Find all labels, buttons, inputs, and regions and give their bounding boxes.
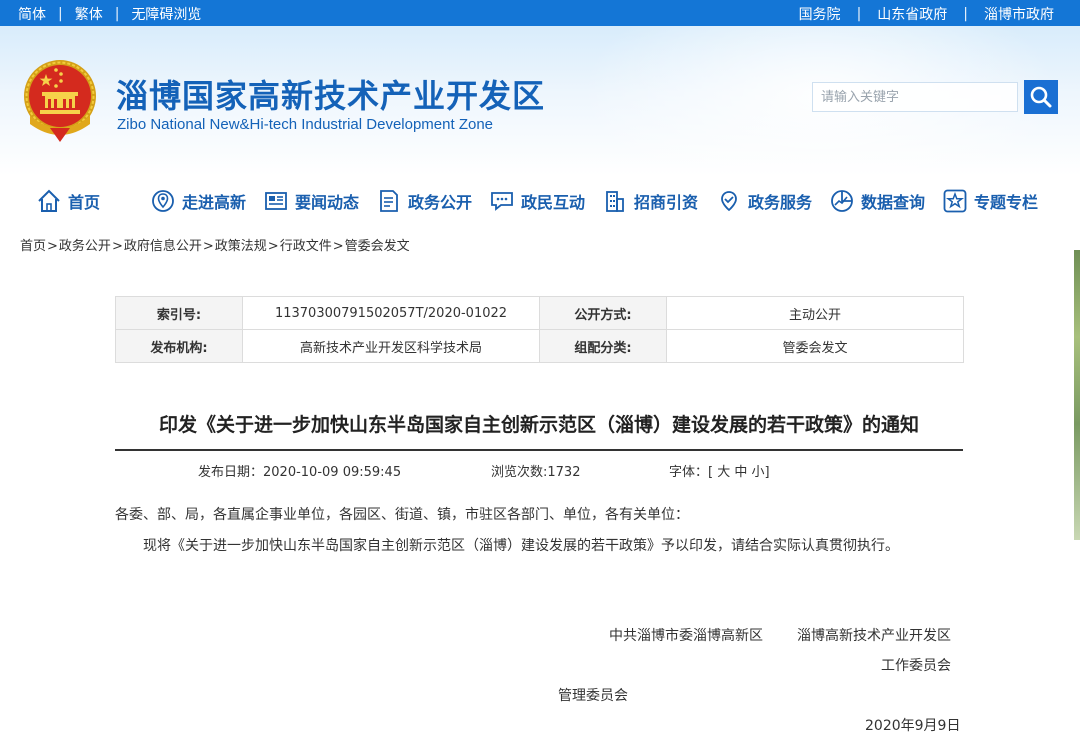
- government-links: 国务院 | 山东省政府 | 淄博市政府: [799, 4, 1054, 24]
- publish-date-value: 2020-10-09 09:59:45: [263, 465, 402, 480]
- nav-item-services[interactable]: 政务服务: [716, 186, 812, 216]
- breadcrumb-separator: >: [47, 239, 58, 254]
- breadcrumb-admin-docs[interactable]: 行政文件: [280, 239, 332, 254]
- site-subtitle: Zibo National New&Hi-tech Industrial Dev…: [117, 116, 494, 133]
- national-emblem-icon[interactable]: [20, 56, 100, 144]
- search-input[interactable]: [812, 82, 1018, 112]
- nav-label: 数据查询: [861, 193, 926, 212]
- document-date: 2020年9月9日: [865, 718, 961, 734]
- body-paragraph: 现将《关于进一步加快山东半岛国家自主创新示范区（淄博）建设发展的若干政策》予以印…: [143, 538, 899, 554]
- nav-item-open-government[interactable]: 政务公开: [376, 186, 472, 216]
- nav-item-data-query[interactable]: 数据查询: [829, 186, 925, 216]
- traditional-chinese-link[interactable]: 繁体: [75, 4, 103, 24]
- publish-date-label: 发布日期：: [198, 465, 264, 480]
- breadcrumb-home[interactable]: 首页: [20, 239, 46, 254]
- star-icon: [942, 188, 968, 214]
- site-title: 淄博国家高新技术产业开发区: [116, 77, 546, 115]
- separator: |: [856, 6, 862, 22]
- shandong-gov-link[interactable]: 山东省政府: [877, 4, 947, 24]
- nav-item-home[interactable]: 首页: [36, 186, 100, 216]
- category-label: 组配分类:: [539, 329, 667, 363]
- title-divider: [115, 449, 963, 451]
- news-icon: [263, 188, 289, 214]
- publish-date: 发布日期：2020-10-09 09:59:45: [198, 461, 401, 480]
- nav-label: 招商引资: [634, 193, 699, 212]
- chat-icon: [489, 188, 515, 214]
- nav-item-investment[interactable]: 招商引资: [602, 186, 698, 216]
- search-button[interactable]: [1024, 80, 1058, 114]
- font-size-small-button[interactable]: 小: [752, 465, 765, 480]
- nav-label: 专题专栏: [974, 193, 1039, 212]
- font-size-control: 字体：[ 大 中 小]: [669, 461, 770, 480]
- index-number-label: 索引号:: [115, 296, 243, 330]
- accessibility-link[interactable]: 无障碍浏览: [131, 4, 201, 24]
- breadcrumb-committee-docs[interactable]: 管委会发文: [345, 239, 410, 254]
- signature-development-zone: 淄博高新技术产业开发区: [797, 628, 951, 644]
- nav-item-interaction[interactable]: 政民互动: [489, 186, 585, 216]
- building-icon: [602, 188, 628, 214]
- signature-party-committee: 中共淄博市委淄博高新区: [609, 628, 763, 644]
- nav-label: 政务公开: [408, 193, 473, 212]
- separator: |: [114, 6, 120, 22]
- location-icon: [150, 188, 176, 214]
- font-size-label: 字体：[: [669, 465, 714, 480]
- header-banner: 淄博国家高新技术产业开发区 Zibo National New&Hi-tech …: [0, 26, 1080, 176]
- document-meta-table: 索引号: 11370300791502057T/2020-01022 公开方式:…: [115, 296, 964, 363]
- search-icon: [1030, 86, 1052, 108]
- data-icon: [829, 188, 855, 214]
- main-nav: 首页 走进高新 要闻动态 政务公开 政民互动 招商引资 政务服务 数据查询 专题…: [0, 176, 1080, 226]
- top-bar: 简体 | 繁体 | 无障碍浏览 国务院 | 山东省政府 | 淄博市政府: [0, 0, 1080, 26]
- nav-item-about[interactable]: 走进高新: [150, 186, 246, 216]
- language-links: 简体 | 繁体 | 无障碍浏览: [18, 4, 201, 24]
- breadcrumb-gov-info[interactable]: 政府信息公开: [124, 239, 202, 254]
- font-size-close: ]: [764, 465, 770, 480]
- breadcrumb: 首页>政务公开>政府信息公开>政策法规>行政文件>管委会发文: [20, 235, 410, 254]
- breadcrumb-separator: >: [202, 239, 214, 254]
- breadcrumb-separator: >: [111, 239, 123, 254]
- font-size-medium-button[interactable]: 中: [734, 465, 747, 480]
- issuing-agency-value: 高新技术产业开发区科学技术局: [242, 329, 540, 363]
- issuing-agency-label: 发布机构:: [115, 329, 243, 363]
- view-count: 浏览次数:1732: [491, 461, 580, 480]
- separator: |: [963, 6, 968, 22]
- index-number-value: 11370300791502057T/2020-01022: [242, 296, 540, 330]
- signature-management-committee: 管理委员会: [558, 688, 628, 704]
- article-title: 印发《关于进一步加快山东半岛国家自主创新示范区（淄博）建设发展的若干政策》的通知: [158, 414, 919, 436]
- nav-item-special-topics[interactable]: 专题专栏: [942, 186, 1038, 216]
- document-icon: [376, 188, 402, 214]
- breadcrumb-policies[interactable]: 政策法规: [215, 239, 267, 254]
- nav-item-news[interactable]: 要闻动态: [263, 186, 359, 216]
- separator: |: [58, 6, 63, 22]
- nav-label: 首页: [68, 193, 101, 212]
- side-decoration: [1074, 250, 1080, 540]
- font-size-large-button[interactable]: 大: [717, 465, 730, 480]
- view-count-label: 浏览次数:: [491, 465, 548, 480]
- nav-label: 政民互动: [521, 193, 586, 212]
- table-row: 发布机构: 高新技术产业开发区科学技术局 组配分类: 管委会发文: [115, 329, 964, 363]
- breadcrumb-separator: >: [267, 239, 279, 254]
- nav-label: 要闻动态: [295, 193, 360, 212]
- category-value: 管委会发文: [666, 329, 964, 363]
- zibo-gov-link[interactable]: 淄博市政府: [984, 4, 1054, 24]
- view-count-value: 1732: [547, 465, 581, 480]
- service-icon: [716, 188, 742, 214]
- signature-work-committee: 工作委员会: [881, 658, 951, 674]
- home-icon: [36, 188, 62, 214]
- breadcrumb-separator: >: [332, 239, 344, 254]
- disclosure-method-label: 公开方式:: [539, 296, 667, 330]
- simplified-chinese-link[interactable]: 简体: [18, 4, 46, 24]
- nav-label: 政务服务: [748, 193, 813, 212]
- table-row: 索引号: 11370300791502057T/2020-01022 公开方式:…: [115, 296, 964, 330]
- state-council-link[interactable]: 国务院: [799, 4, 841, 24]
- nav-label: 走进高新: [182, 193, 247, 212]
- salutation: 各委、部、局，各直属企事业单位，各园区、街道、镇，市驻区各部门、单位，各有关单位…: [115, 507, 689, 523]
- breadcrumb-open-government[interactable]: 政务公开: [59, 239, 111, 254]
- disclosure-method-value: 主动公开: [666, 296, 964, 330]
